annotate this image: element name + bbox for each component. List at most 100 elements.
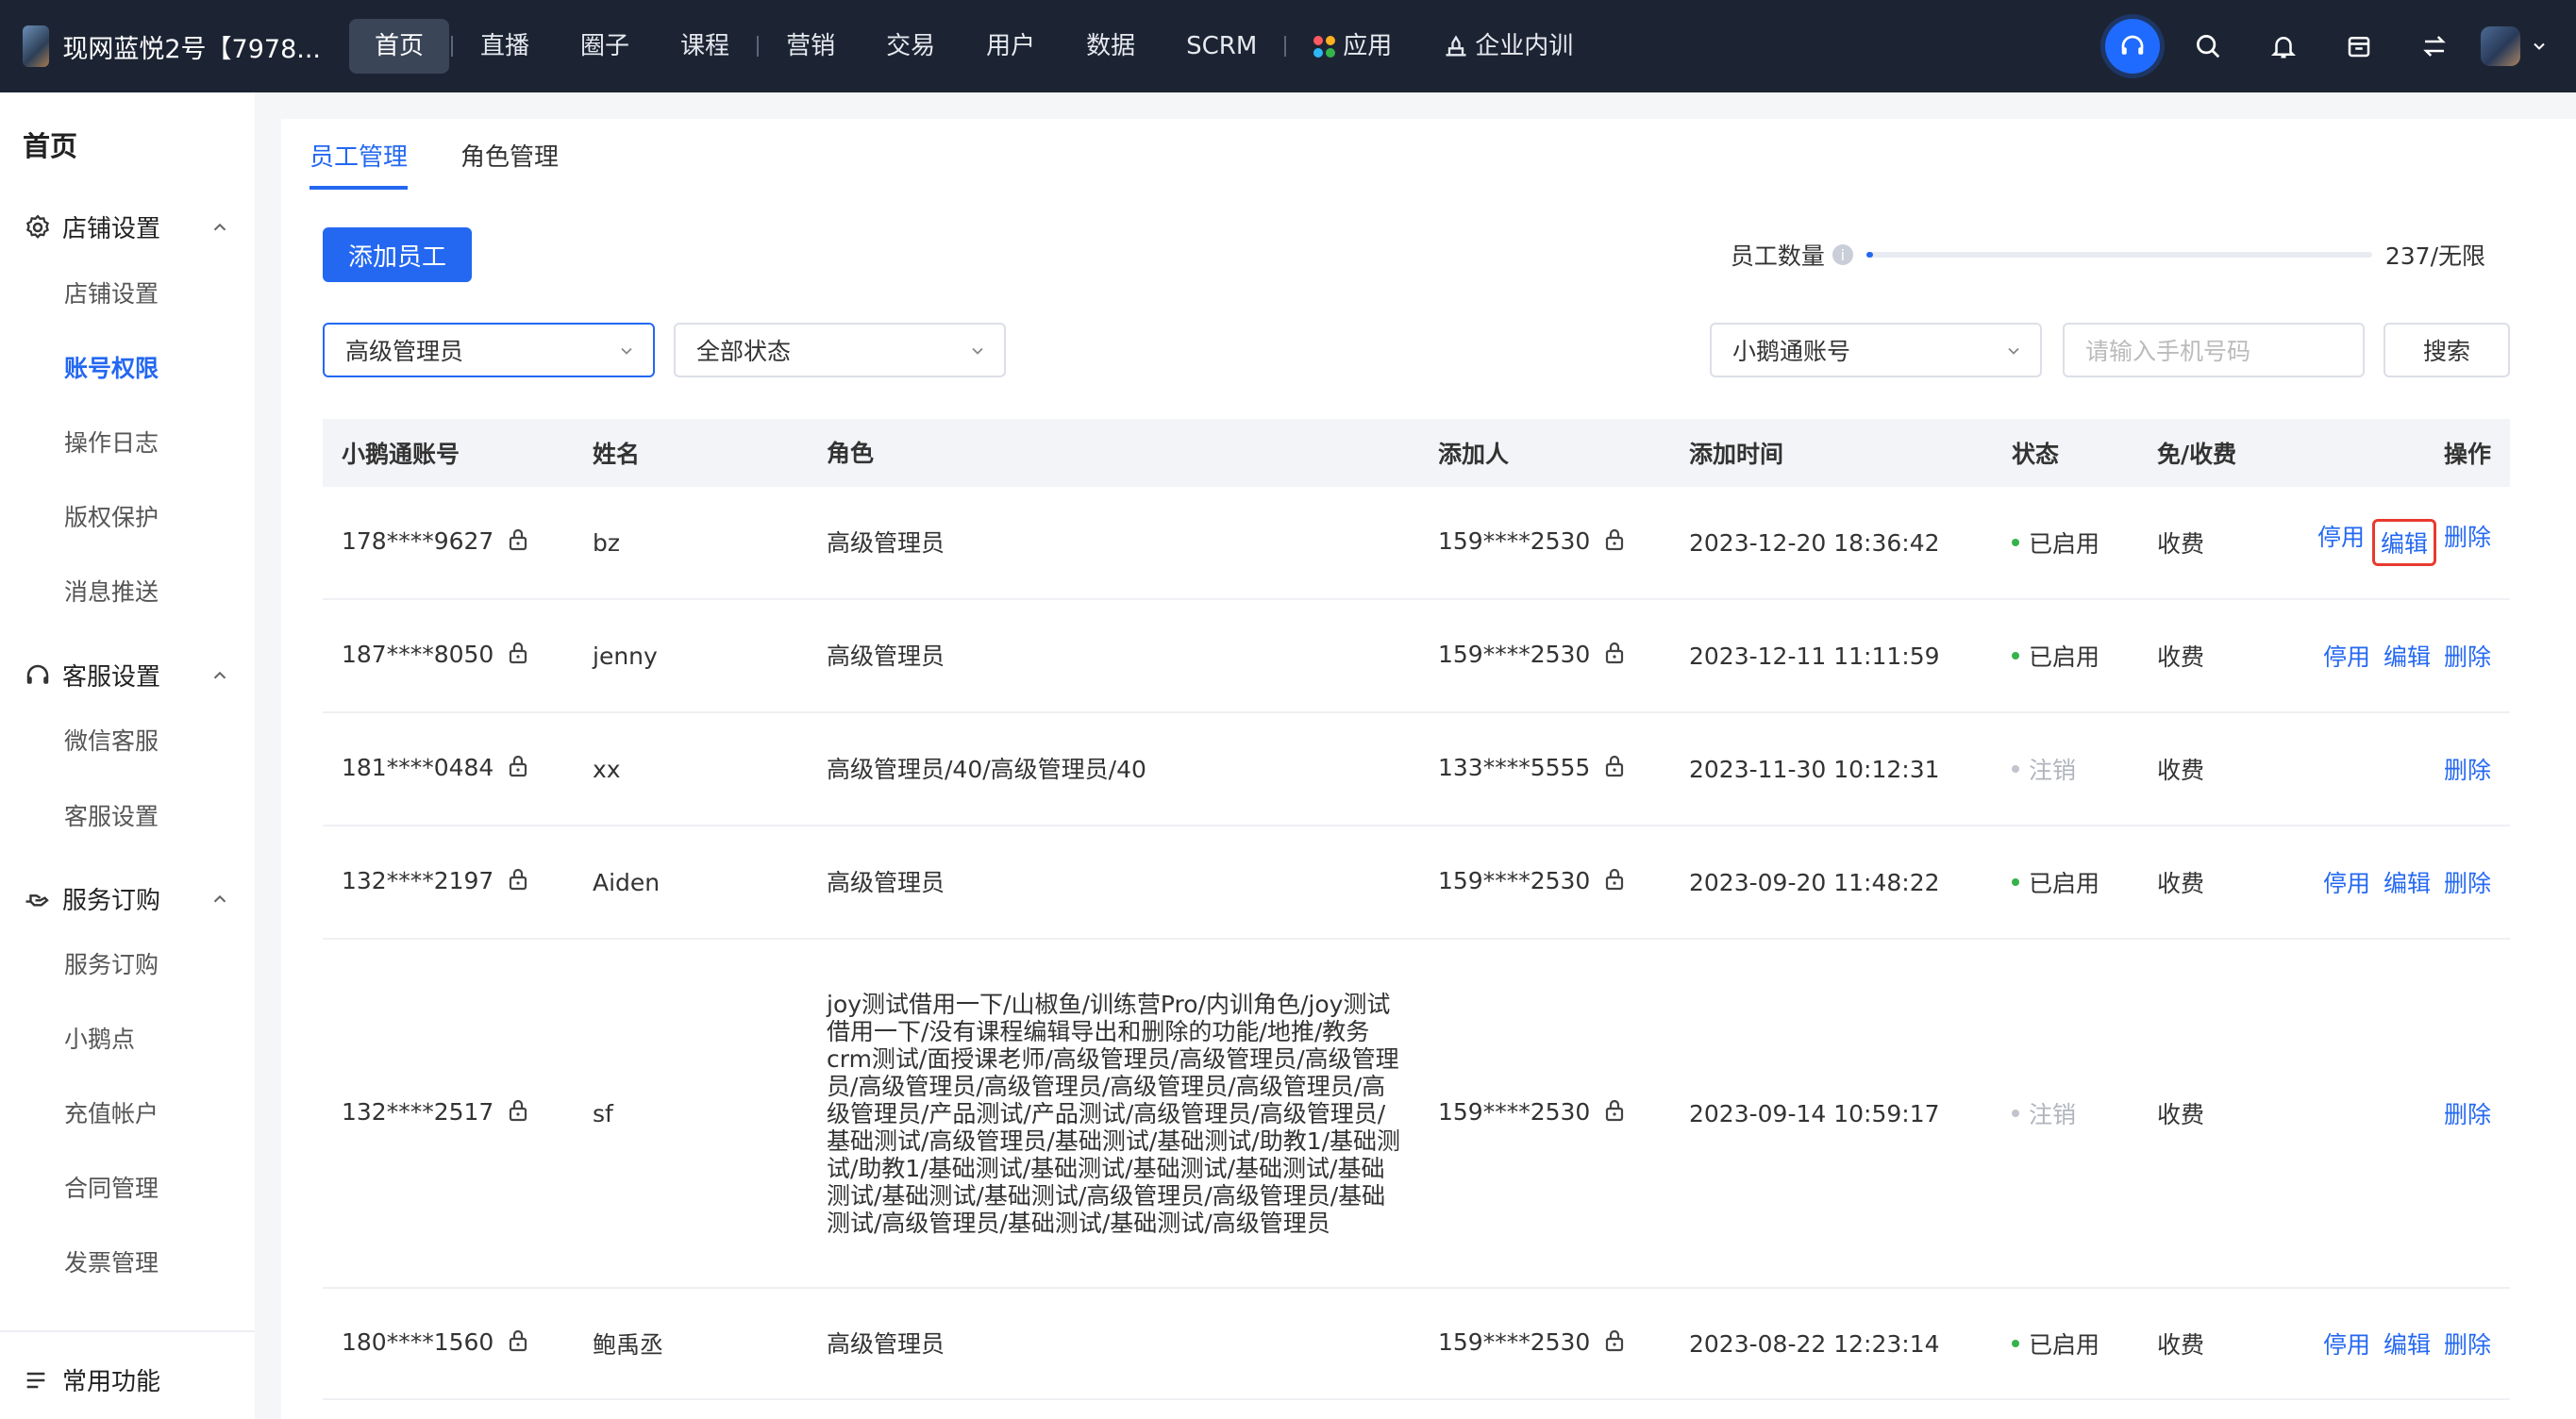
sidebar-item-recharge-account[interactable]: 充值帐户 (64, 1095, 159, 1129)
chevron-down-icon (2008, 347, 2019, 355)
quota-progress-fill (1865, 252, 1873, 258)
nav-marketing[interactable]: 营销 (761, 19, 861, 74)
gear-icon (23, 212, 53, 242)
search-button[interactable]: 搜索 (2384, 323, 2510, 377)
sidebar-bottom-label: 常用功能 (62, 1368, 161, 1396)
account-type-select-value: 小鹅通账号 (1732, 338, 1851, 365)
status-select[interactable]: 全部状态 (674, 323, 1006, 377)
table-row: 132****2517 sf joy测试借用一下/山椒鱼/训练营Pro/内训角色/j… (323, 940, 2510, 1289)
switch-icon[interactable] (2397, 32, 2472, 60)
adder-cell: 159****2530 (1438, 641, 1626, 671)
nav-users[interactable]: 用户 (961, 19, 1061, 74)
nav-apps[interactable]: 应用 (1288, 19, 1417, 74)
actions-cell: 删除 (2431, 1096, 2491, 1130)
nav-training[interactable]: 企业内训 (1417, 19, 1598, 74)
disable-button[interactable]: 停用 (2323, 639, 2370, 673)
col-time: 添加时间 (1689, 441, 1784, 468)
lock-icon[interactable] (1603, 642, 1626, 671)
adder-cell: 159****2530 (1438, 527, 1626, 558)
nav-home[interactable]: 首页 (349, 19, 450, 74)
sidebar-item-account-permissions[interactable]: 账号权限 (64, 350, 159, 384)
lock-icon[interactable] (507, 755, 529, 784)
training-icon (1446, 35, 1466, 57)
edit-button[interactable]: 编辑 (2384, 639, 2431, 673)
sidebar-divider (0, 1330, 255, 1332)
lock-icon[interactable] (1603, 528, 1626, 558)
delete-button[interactable]: 删除 (2444, 1096, 2491, 1130)
add-staff-button[interactable]: 添加员工 (323, 227, 472, 282)
nav-live[interactable]: 直播 (455, 19, 555, 74)
delete-button[interactable]: 删除 (2444, 1327, 2491, 1361)
nav-apps-label: 应用 (1343, 32, 1393, 60)
adder-value: 133****5555 (1438, 754, 1591, 781)
nav-course[interactable]: 课程 (655, 19, 755, 74)
user-menu[interactable] (2472, 26, 2557, 66)
name-cell: jenny (593, 642, 658, 670)
phone-search-input[interactable]: 请输入手机号码 (2063, 323, 2365, 377)
fee-cell: 收费 (2157, 1331, 2205, 1359)
nav-circle[interactable]: 圈子 (555, 19, 655, 74)
nav-trade[interactable]: 交易 (861, 19, 961, 74)
tab-staff-management[interactable]: 员工管理 (309, 138, 409, 190)
sidebar-item-contracts[interactable]: 合同管理 (64, 1170, 159, 1204)
account-cell: 132****2197 (342, 867, 529, 897)
role-cell: joy测试借用一下/山椒鱼/训练营Pro/内训角色/joy测试借用一下/没有课程… (827, 990, 1401, 1237)
sidebar-group-customer-service[interactable]: 客服设置 (23, 658, 230, 693)
disable-button[interactable]: 停用 (2323, 1327, 2370, 1361)
lock-icon[interactable] (1603, 755, 1626, 784)
lock-icon[interactable] (1603, 1329, 1626, 1359)
delete-button[interactable]: 删除 (2444, 752, 2491, 786)
status-cell: 已启用 (2012, 865, 2099, 899)
disable-button[interactable]: 停用 (2317, 519, 2365, 566)
nav-data[interactable]: 数据 (1061, 19, 1161, 74)
sidebar-item-service-settings[interactable]: 客服设置 (64, 798, 159, 832)
edit-button[interactable]: 编辑 (2371, 519, 2436, 566)
shop-switcher[interactable]: 现网蓝悦2号【7978... (0, 25, 321, 67)
sidebar-group-shop-settings[interactable]: 店铺设置 (23, 209, 230, 244)
store-icon[interactable] (2321, 32, 2397, 60)
time-cell: 2023-12-20 18:36:42 (1689, 528, 1940, 557)
disable-button[interactable]: 停用 (2323, 865, 2370, 899)
lock-icon[interactable] (507, 868, 529, 897)
delete-button[interactable]: 删除 (2444, 639, 2491, 673)
lock-icon[interactable] (507, 1329, 529, 1359)
col-adder: 添加人 (1438, 441, 1510, 468)
edit-button[interactable]: 编辑 (2384, 865, 2431, 899)
lock-icon[interactable] (507, 1099, 529, 1128)
actions-cell: 停用 编辑 删除 (2304, 519, 2491, 566)
customer-service-button[interactable] (2095, 19, 2170, 74)
account-value: 180****1560 (342, 1328, 494, 1356)
nav-scrm[interactable]: SCRM (1161, 19, 1282, 74)
account-type-select[interactable]: 小鹅通账号 (1710, 323, 2042, 377)
sidebar-item-goose-points[interactable]: 小鹅点 (64, 1021, 135, 1055)
lock-icon[interactable] (1603, 868, 1626, 897)
edit-button[interactable]: 编辑 (2384, 1327, 2431, 1361)
table-row: 180****1560 鲍禹丞 高级管理员 159****2530 2023-08-22… (323, 1289, 2510, 1400)
sidebar-item-shop-settings[interactable]: 店铺设置 (64, 275, 159, 309)
sidebar-title: 首页 (23, 130, 78, 162)
status-badge: 已启用 (2029, 530, 2100, 558)
sidebar-item-message-push[interactable]: 消息推送 (64, 574, 159, 608)
lock-icon[interactable] (1603, 1099, 1626, 1128)
sidebar-item-invoices[interactable]: 发票管理 (64, 1244, 159, 1278)
bell-icon[interactable] (2246, 32, 2321, 60)
sidebar-item-service-order[interactable]: 服务订购 (64, 946, 159, 980)
chevron-down-icon (2534, 42, 2545, 50)
lock-icon[interactable] (507, 642, 529, 671)
info-icon[interactable]: i (1832, 244, 1853, 265)
role-select[interactable]: 高级管理员 (323, 323, 655, 377)
role-cell: 高级管理员/40/高级管理员/40 (827, 755, 1146, 783)
sidebar-common-functions[interactable]: 常用功能 (23, 1362, 160, 1397)
search-icon[interactable] (2170, 32, 2246, 60)
col-name: 姓名 (593, 441, 641, 468)
delete-button[interactable]: 删除 (2444, 519, 2491, 566)
time-cell: 2023-08-22 12:23:14 (1689, 1329, 1940, 1358)
sidebar-group-service-order[interactable]: 服务订购 (23, 881, 230, 916)
delete-button[interactable]: 删除 (2444, 865, 2491, 899)
lock-icon[interactable] (507, 528, 529, 558)
tab-role-management[interactable]: 角色管理 (460, 138, 559, 190)
sidebar-item-operation-log[interactable]: 操作日志 (64, 425, 159, 459)
sidebar-item-copyright[interactable]: 版权保护 (64, 499, 159, 533)
status-cell: 已启用 (2012, 639, 2099, 673)
sidebar-item-wechat-service[interactable]: 微信客服 (64, 723, 159, 757)
